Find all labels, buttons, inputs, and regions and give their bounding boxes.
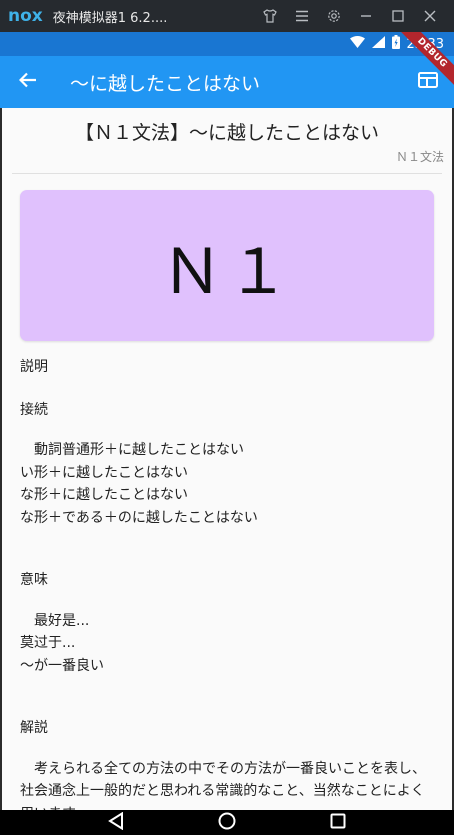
settings-icon[interactable] <box>318 0 350 32</box>
connection-heading: 接続 <box>20 401 48 418</box>
app-bar-title: 〜に越したことはない <box>70 72 261 95</box>
article-title: 【Ｎ１文法】〜に越したことはない <box>74 122 379 144</box>
wifi-icon <box>349 36 365 52</box>
article-body: 説明 接続 動詞普通形＋に越したことはない い形＋に越したことはない な形＋に越… <box>20 356 436 810</box>
signal-icon <box>371 36 385 52</box>
connection-text: 動詞普通形＋に越したことはない い形＋に越したことはない な形＋に越したことはな… <box>20 442 258 526</box>
navigation-bar <box>0 810 454 835</box>
divider <box>12 173 442 174</box>
commentary-heading: 解説 <box>20 720 48 736</box>
debug-label: DEBUG <box>394 32 454 91</box>
square-recents-icon <box>330 813 346 833</box>
explanation-heading: 説明 <box>20 359 48 375</box>
level-banner-text: Ｎ１ <box>160 234 293 308</box>
level-banner: Ｎ１ <box>20 190 434 341</box>
circle-home-icon <box>218 812 236 834</box>
maximize-icon[interactable] <box>382 0 414 32</box>
emulator-controls <box>254 0 446 32</box>
emulator-title-bar: nox 夜神模拟器1 6.2.... <box>0 0 454 32</box>
nav-home-button[interactable] <box>214 812 240 834</box>
meaning-heading: 意味 <box>20 572 48 588</box>
back-button[interactable] <box>0 56 56 108</box>
emulator-window: nox 夜神模拟器1 6.2.... DEBUG 〜に越したことはない 【Ｎ１文… <box>0 0 454 835</box>
shirt-icon[interactable] <box>254 0 286 32</box>
minimize-icon[interactable] <box>350 0 382 32</box>
arrow-back-icon <box>18 72 37 92</box>
nav-recents-button[interactable] <box>325 812 351 834</box>
article-content[interactable]: 【Ｎ１文法】〜に越したことはない Ｎ１文法 Ｎ１ 説明 接続 動詞普通形＋に越し… <box>2 108 452 810</box>
close-icon[interactable] <box>414 0 446 32</box>
debug-banner: DEBUG <box>384 32 454 102</box>
nav-back-button[interactable] <box>103 811 129 834</box>
emulator-title: 夜神模拟器1 6.2.... <box>52 10 168 26</box>
commentary-text: 考えられる全ての方法の中でその方法が一番良いことを表し、社会通念上一般的だと思わ… <box>20 760 426 811</box>
triangle-back-icon <box>107 811 124 834</box>
meaning-text: 最好是... 莫过于... 〜が一番良い <box>20 612 104 674</box>
article-category-tag[interactable]: Ｎ１文法 <box>2 148 452 165</box>
nox-logo: nox <box>8 6 43 26</box>
menu-icon[interactable] <box>286 0 318 32</box>
